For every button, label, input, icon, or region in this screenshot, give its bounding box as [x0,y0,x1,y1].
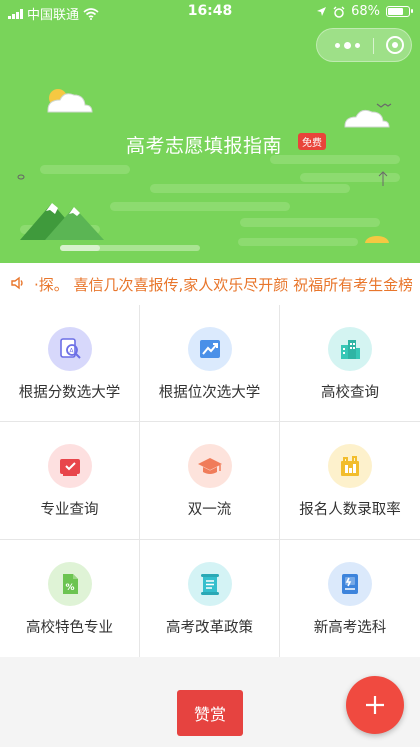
menu-label: 根据分数选大学 [18,385,121,401]
menu-label: 报名人数录取率 [299,502,401,518]
battery-percent: 68% [351,4,380,19]
graduation-cap-icon [188,444,232,488]
alarm-icon [333,6,345,18]
more-dots-icon[interactable] [327,29,367,61]
menu-item-new-subject-selection[interactable]: 新高考选科 [280,540,420,657]
svg-text:%: % [66,583,75,593]
university-building-icon [328,327,372,371]
free-badge: 免费 [298,133,326,150]
status-bar: 中国联通 16:48 68% [0,0,420,24]
menu-item-admission-rate[interactable]: 报名人数录取率 [280,422,420,540]
notice-text: ·探。 喜信几次喜报传,家人欢乐尽开颜 祝福所有考生金榜题名 [34,276,412,294]
mini-program-capsule [316,28,412,62]
menu-item-score-select[interactable]: A 根据分数选大学 [0,305,140,422]
menu-label: 专业查询 [40,502,99,518]
feature-grid: A 根据分数选大学 根据位次选大学 高校查询 专业查询 双一流 报名人数录取率 [0,305,420,657]
cloud-right-icon [344,109,390,128]
hero-banner: 中国联通 16:48 68% 高考志愿填报指南 免费 [0,0,420,263]
reward-button[interactable]: 赞赏 [177,690,243,736]
notice-bar[interactable]: ·探。 喜信几次喜报传,家人欢乐尽开颜 祝福所有考生金榜题名 [0,263,420,305]
score-search-icon: A [48,327,92,371]
menu-label: 高考改革政策 [166,620,253,636]
subject-book-icon [328,562,372,606]
menu-item-rank-select[interactable]: 根据位次选大学 [140,305,280,422]
menu-label: 高校查询 [321,385,379,401]
record-circle-icon[interactable] [379,29,411,61]
major-check-icon [48,444,92,488]
menu-label: 双一流 [187,502,232,518]
menu-item-double-first-class[interactable]: 双一流 [140,422,280,540]
capsule-divider [373,38,374,54]
rank-chart-icon [188,327,232,371]
battery-icon [386,6,413,17]
menu-item-major-query[interactable]: 专业查询 [0,422,140,540]
speaker-icon [11,276,23,290]
menu-label: 根据位次选大学 [158,385,261,401]
cloud-sun-left-icon [47,89,93,113]
percent-document-icon: % [48,562,92,606]
menu-label: 高校特色专业 [26,620,113,636]
menu-item-featured-majors[interactable]: % 高校特色专业 [0,540,140,657]
admission-stats-icon [328,444,372,488]
hero-title: 高考志愿填报指南 [126,135,283,157]
plus-icon [366,696,384,714]
menu-item-reform-policy[interactable]: 高考改革政策 [140,540,280,657]
bottom-area: 赞赏 [0,657,420,747]
menu-item-university-query[interactable]: 高校查询 [280,305,420,422]
mountains-icon [20,203,104,240]
location-icon [317,7,327,16]
menu-label: 新高考选科 [313,620,387,636]
add-fab-button[interactable] [346,676,404,734]
policy-scroll-icon [188,562,232,606]
